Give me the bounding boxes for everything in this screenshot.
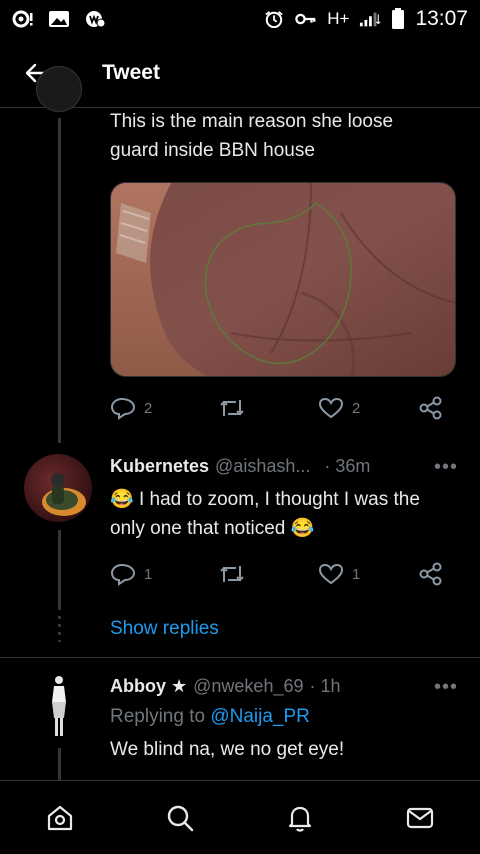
reply2-more-button[interactable]: ••• <box>434 676 458 699</box>
reply1-text: 😂 I had to zoom, I thought I was the onl… <box>110 485 460 543</box>
reply-thread-line <box>58 530 61 610</box>
like-count: 2 <box>352 399 361 417</box>
search-icon <box>167 805 194 831</box>
show-replies-link[interactable]: Show replies <box>110 618 219 640</box>
network-type: H+ <box>327 9 350 28</box>
heart-icon <box>318 563 344 585</box>
main-tweet-line2: guard inside BBN house <box>110 140 315 161</box>
reply1-line1: I had to zoom, I thought I was the <box>138 489 420 510</box>
messages-icon <box>406 807 434 828</box>
main-tweet-text: This is the main reason she loose guard … <box>110 107 393 165</box>
status-bar: H+ 13:07 <box>0 0 480 38</box>
alarm-icon <box>265 11 283 28</box>
reply1-time[interactable]: · 36m <box>324 456 370 477</box>
notifications-icon <box>288 806 312 832</box>
page-title: Tweet <box>102 60 160 84</box>
share-icon <box>419 396 442 420</box>
reply1-like-button[interactable]: 1 <box>318 562 418 586</box>
laughing-emoji: 😂 <box>110 489 134 510</box>
reply1-more-button[interactable]: ••• <box>434 456 458 479</box>
reply1-author-name[interactable]: Kubernetes <box>110 456 209 477</box>
reply-button[interactable]: 2 <box>110 396 218 420</box>
share-button[interactable] <box>418 395 444 421</box>
tweet-media-image[interactable] <box>110 182 456 377</box>
photo <box>111 183 455 376</box>
key-icon <box>295 13 316 25</box>
reply2-thread-line <box>58 748 61 780</box>
home-icon <box>47 805 73 830</box>
retweet-button[interactable] <box>218 396 318 420</box>
reply1-reply-count: 1 <box>144 565 153 583</box>
share-icon <box>419 562 442 586</box>
kubernetes-avatar[interactable] <box>24 454 92 522</box>
like-button[interactable]: 2 <box>318 396 418 420</box>
retweet-icon <box>220 400 244 416</box>
reply-icon <box>110 397 136 420</box>
nav-messages[interactable] <box>390 788 450 848</box>
reply1-line2: only one that noticed <box>110 518 286 539</box>
thread-line <box>58 118 61 443</box>
nav-home[interactable] <box>30 788 90 848</box>
replying-to-handle[interactable]: @Naija_PR <box>210 706 310 727</box>
app-icon <box>86 11 106 28</box>
divider <box>0 657 480 658</box>
reply-count: 2 <box>144 399 153 417</box>
abboy-avatar[interactable] <box>36 672 82 744</box>
battery-icon <box>392 8 405 29</box>
reply1-share-button[interactable] <box>418 561 444 587</box>
nav-search[interactable] <box>150 788 210 848</box>
retweet-icon <box>220 566 244 582</box>
main-tweet-line1: This is the main reason she loose <box>110 111 394 132</box>
bottom-navigation <box>0 780 480 854</box>
reply2-time[interactable]: · 1h <box>310 676 341 697</box>
reply2-author-name[interactable]: Abboy <box>110 676 166 697</box>
nav-notifications[interactable] <box>270 788 330 848</box>
notification-icon <box>12 10 33 28</box>
thread-dots <box>58 616 61 642</box>
avatar-image <box>24 454 92 522</box>
reply1-like-count: 1 <box>352 565 361 583</box>
main-tweet-actions: 2 2 <box>110 393 460 423</box>
reply1-actions: 1 1 <box>110 559 460 589</box>
reply-icon <box>110 563 136 586</box>
reply2-handle[interactable]: @nwekeh_69 <box>193 676 303 697</box>
clock: 13:07 <box>415 7 468 30</box>
main-tweet-avatar[interactable] <box>36 66 82 112</box>
signal-icon <box>360 12 381 27</box>
gallery-icon <box>49 11 69 27</box>
reply1-header: Kubernetes @aishash... · 36m <box>110 456 370 477</box>
avatar-image <box>36 672 82 744</box>
reply1-handle[interactable]: @aishash... <box>215 456 310 477</box>
heart-icon <box>318 397 344 419</box>
replying-prefix: Replying to <box>110 706 206 727</box>
replying-to-line: Replying to @Naija_PR <box>110 706 310 728</box>
star-icon: ★ <box>171 676 188 696</box>
reply2-text: We blind na, we no get eye! <box>110 739 345 760</box>
reply1-reply-button[interactable]: 1 <box>110 562 218 586</box>
reply2-header: Abboy ★ @nwekeh_69 · 1h <box>110 676 341 697</box>
laughing-emoji-2: 😂 <box>290 518 315 539</box>
reply1-retweet-button[interactable] <box>218 562 318 586</box>
